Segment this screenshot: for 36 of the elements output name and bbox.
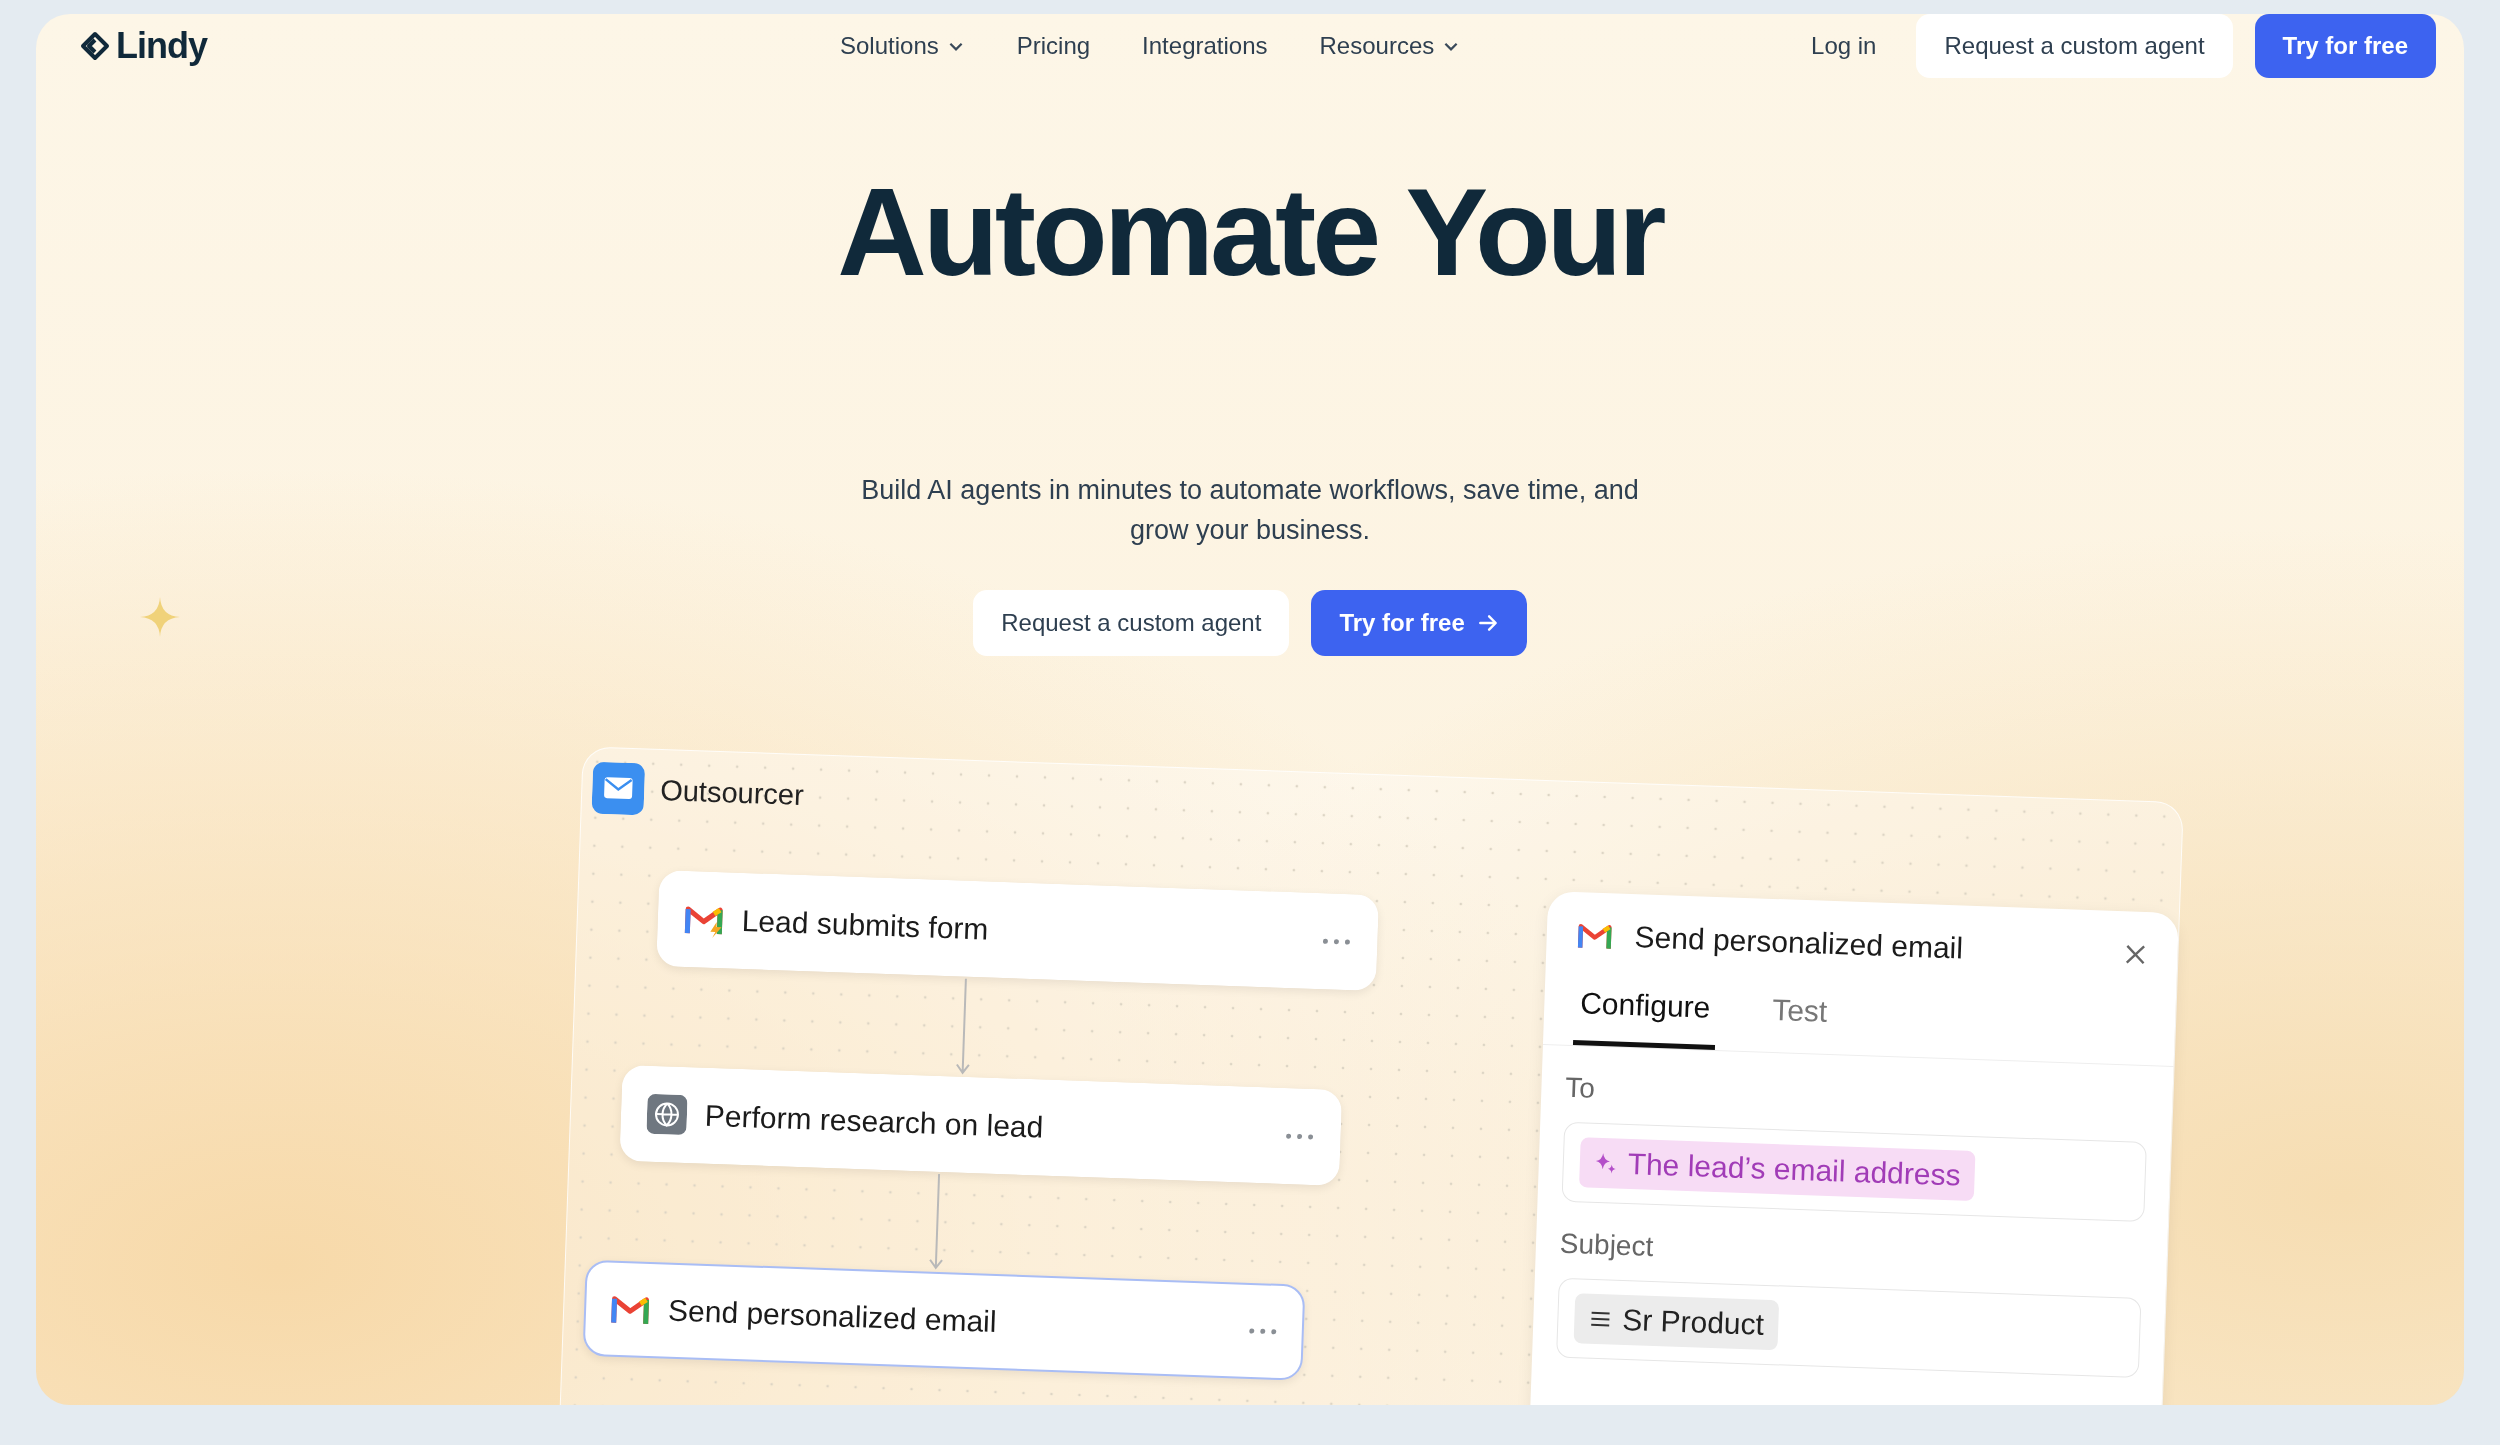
more-options-icon[interactable] xyxy=(1284,1132,1315,1142)
step-label: Lead submits form xyxy=(741,903,990,948)
panel-tab[interactable]: Test xyxy=(1764,986,1835,1055)
workflow-title: Outsourcer xyxy=(659,773,805,812)
more-options-icon[interactable] xyxy=(1321,937,1352,947)
close-icon[interactable] xyxy=(2123,942,2148,967)
panel-title: Send personalized email xyxy=(1634,920,1965,967)
workflow-step[interactable]: Send personalized email xyxy=(582,1259,1306,1381)
panel-tab[interactable]: Configure xyxy=(1572,980,1718,1050)
request-agent-button[interactable]: Request a custom agent xyxy=(1916,14,2233,78)
input-field[interactable]: The lead’s email address xyxy=(1561,1121,2147,1223)
hero-title: Automate Your xyxy=(837,170,1663,294)
hero-subtitle: Build AI agents in minutes to automate workflows, save time, and grow your business. xyxy=(860,474,1640,547)
nav-link[interactable]: Pricing xyxy=(1016,32,1091,60)
globe-icon xyxy=(646,1093,688,1136)
request-agent-button[interactable]: Request a custom agent xyxy=(973,590,1290,656)
try-free-button[interactable]: Try for free xyxy=(2254,14,2436,78)
step-label: Send personalized email xyxy=(667,1293,999,1341)
field-label: To xyxy=(1564,1071,1597,1106)
login-link[interactable]: Log in xyxy=(1811,32,1877,60)
variable-chip: Sr Product xyxy=(1573,1293,1779,1351)
nav-link[interactable]: Resources xyxy=(1319,32,1461,60)
nav-link[interactable]: Integrations xyxy=(1142,32,1268,60)
diamond-logo-icon xyxy=(80,31,110,61)
envelope-icon xyxy=(591,761,646,816)
arrow-right-icon xyxy=(1476,612,1499,634)
workflow-step[interactable]: Perform research on lead xyxy=(619,1064,1343,1186)
nav-link[interactable]: Solutions xyxy=(840,32,965,60)
ai-variable-chip: The lead’s email address xyxy=(1578,1137,1976,1202)
try-free-button[interactable]: Try for free xyxy=(1311,590,1527,656)
more-options-icon[interactable] xyxy=(1247,1326,1278,1336)
field-label: Subject xyxy=(1559,1227,1655,1264)
logo-text[interactable]: Lindy xyxy=(116,25,207,67)
workflow-step[interactable]: Lead submits form xyxy=(656,870,1380,992)
input-field[interactable]: Sr Product xyxy=(1555,1277,2142,1378)
step-label: Perform research on lead xyxy=(704,1098,1045,1146)
